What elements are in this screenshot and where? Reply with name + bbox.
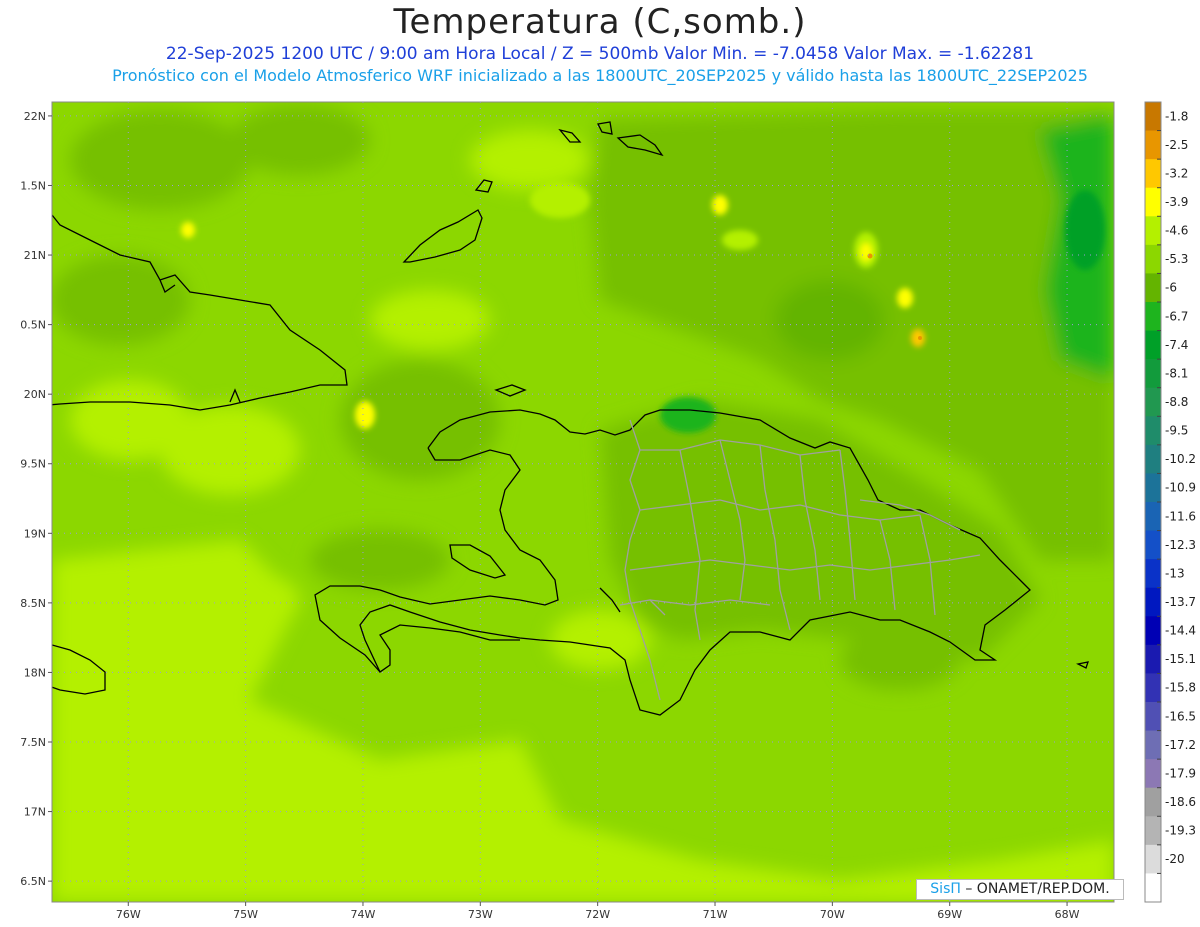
x-tick-label: 73W [468, 908, 493, 921]
colorbar-label: -17.2 [1165, 738, 1196, 752]
colorbar-swatch [1145, 816, 1161, 846]
colorbar-label: -8.8 [1165, 395, 1188, 409]
colorbar-swatch [1145, 730, 1161, 760]
colorbar-label: -15.1 [1165, 652, 1196, 666]
colorbar-label: -6.7 [1165, 309, 1188, 323]
colorbar-label: -20 [1165, 852, 1185, 866]
colorbar-swatch [1145, 216, 1161, 246]
colorbar-label: -5.3 [1165, 252, 1188, 266]
y-tick-label: 19N [24, 527, 46, 540]
y-tick-label: 22N [24, 110, 46, 123]
colorbar-swatch [1145, 644, 1161, 674]
temperature-field [52, 102, 1114, 902]
colorbar-swatch [1145, 702, 1161, 732]
colorbar-label: -9.5 [1165, 424, 1188, 438]
x-tick-label: 71W [703, 908, 728, 921]
y-tick-label: 0.5N [20, 319, 46, 332]
y-tick-label: 20N [24, 388, 46, 401]
chart-title: Temperatura (C,somb.) [393, 2, 807, 42]
colorbar-swatch [1145, 330, 1161, 360]
x-tick-label: 75W [233, 908, 258, 921]
colorbar: -1.8 -2.5 -3.2 -3.9 -4.6 -5.3 -6 -6.7 -7.4 -8.1 -8… [1144, 101, 1196, 903]
y-tick-label: 6.5N [20, 875, 46, 888]
colorbar-swatch [1145, 673, 1161, 703]
x-tick-label: 69W [937, 908, 962, 921]
x-tick-label: 70W [820, 908, 845, 921]
y-axis: 22N 1.5N 21N 0.5N 20N 9.5N 19N 8.5N 18N 7.5N 17N 6.… [20, 110, 52, 888]
subtitle-valid-time: 22-Sep-2025 1200 UTC / 9:00 am Hora Loca… [165, 44, 1035, 64]
colorbar-label: -17.9 [1165, 766, 1196, 780]
colorbar-swatch [1145, 616, 1161, 646]
subtitle-model-info: Pronóstico con el Modelo Atmosferico WRF… [112, 66, 1088, 85]
forecast-map: 22N 1.5N 21N 0.5N 20N 9.5N 19N 8.5N 18N 7.5N 17N 6.… [20, 101, 1196, 921]
colorbar-label: -15.8 [1165, 681, 1196, 695]
colorbar-swatch [1145, 244, 1161, 274]
colorbar-swatch [1145, 359, 1161, 389]
colorbar-label: -13.7 [1165, 595, 1196, 609]
colorbar-swatch [1145, 473, 1161, 503]
colorbar-label: -3.9 [1165, 195, 1188, 209]
colorbar-label: -6 [1165, 281, 1177, 295]
colorbar-label: -10.2 [1165, 452, 1196, 466]
colorbar-label: -10.9 [1165, 481, 1196, 495]
colorbar-label: -13 [1165, 566, 1185, 580]
colorbar-label: -7.4 [1165, 338, 1188, 352]
colorbar-swatch [1145, 759, 1161, 789]
credit-text: – ONAMET/REP.DOM. [965, 881, 1110, 897]
colorbar-swatch [1145, 273, 1161, 303]
credit-brand: SisΠ [930, 881, 961, 897]
colorbar-label: -14.4 [1165, 624, 1196, 638]
colorbar-swatch [1145, 302, 1161, 332]
colorbar-swatch [1145, 787, 1161, 817]
colorbar-swatch [1145, 530, 1161, 560]
colorbar-label: -2.5 [1165, 138, 1188, 152]
colorbar-label: -8.1 [1165, 366, 1188, 380]
colorbar-swatch [1145, 502, 1161, 532]
colorbar-swatch [1145, 844, 1161, 874]
colorbar-swatch [1145, 587, 1161, 617]
credit-box: SisΠ – ONAMET/REP.DOM. [916, 879, 1124, 900]
colorbar-label: -19.3 [1165, 824, 1196, 838]
y-tick-label: 17N [24, 806, 46, 819]
colorbar-label: -18.6 [1165, 795, 1196, 809]
colorbar-label: -12.3 [1165, 538, 1196, 552]
colorbar-swatch [1145, 130, 1161, 160]
colorbar-label: -4.6 [1165, 224, 1188, 238]
y-tick-label: 21N [24, 249, 46, 262]
colorbar-swatch [1145, 159, 1161, 189]
colorbar-label: -11.6 [1165, 509, 1196, 523]
colorbar-swatch [1145, 559, 1161, 589]
y-tick-label: 8.5N [20, 597, 46, 610]
x-tick-label: 74W [351, 908, 376, 921]
y-tick-label: 1.5N [20, 179, 46, 192]
x-tick-label: 72W [585, 908, 610, 921]
y-tick-label: 18N [24, 666, 46, 679]
x-tick-label: 76W [116, 908, 141, 921]
colorbar-swatch [1145, 102, 1161, 132]
colorbar-swatch [1145, 444, 1161, 474]
colorbar-label: -1.8 [1165, 109, 1188, 123]
colorbar-swatch [1145, 873, 1161, 903]
colorbar-swatch [1145, 387, 1161, 417]
colorbar-label: -3.2 [1165, 166, 1188, 180]
y-tick-label: 7.5N [20, 736, 46, 749]
y-tick-label: 9.5N [20, 458, 46, 471]
colorbar-swatch [1145, 187, 1161, 217]
x-axis: 76W 75W 74W 73W 72W 71W 70W 69W 68W [116, 902, 1080, 921]
colorbar-label: -16.5 [1165, 709, 1196, 723]
colorbar-swatch [1145, 416, 1161, 446]
x-tick-label: 68W [1055, 908, 1080, 921]
